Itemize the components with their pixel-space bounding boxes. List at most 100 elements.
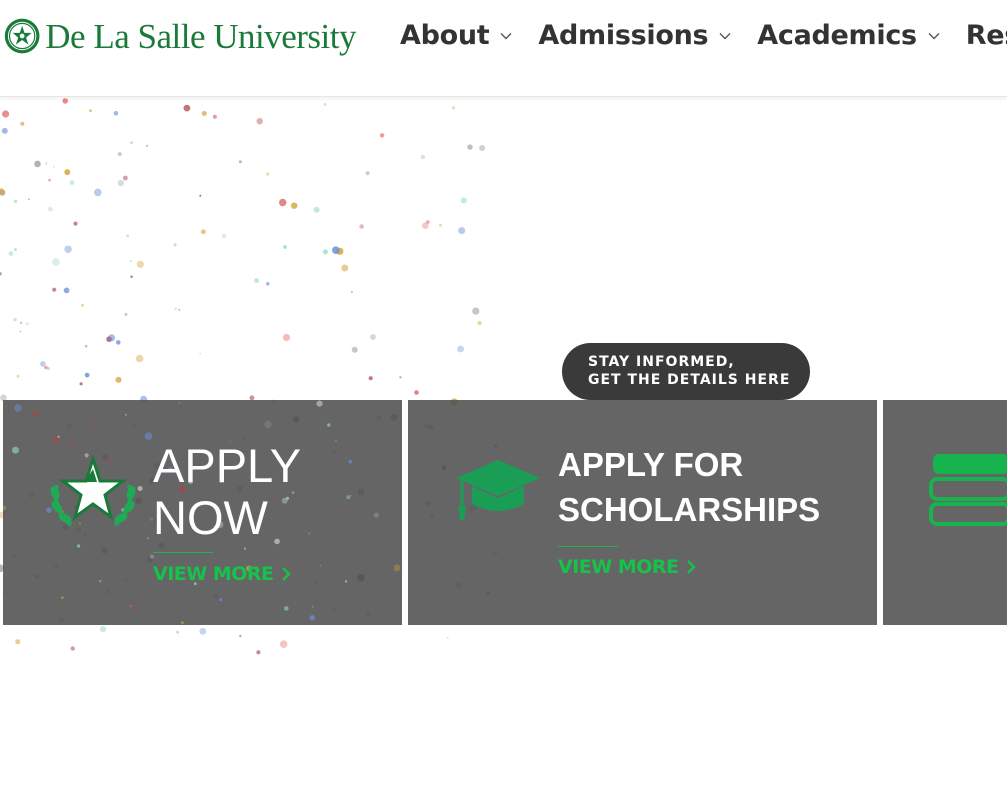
confetti-dot bbox=[266, 282, 270, 286]
apply-now-title-line2: NOW bbox=[153, 490, 268, 544]
confetti-dot bbox=[20, 121, 25, 126]
confetti-dot bbox=[420, 154, 426, 160]
confetti-dot bbox=[129, 604, 132, 608]
nav-label-about: About bbox=[400, 20, 490, 51]
logo-wordmark: De La Salle University bbox=[45, 16, 356, 56]
confetti-dot bbox=[173, 243, 177, 247]
confetti-dot bbox=[135, 354, 144, 363]
view-more-link[interactable]: VIEW MORE bbox=[558, 556, 696, 578]
confetti-dot bbox=[368, 376, 373, 381]
confetti-dot bbox=[136, 260, 144, 268]
confetti-dot bbox=[365, 171, 370, 176]
confetti-dot bbox=[64, 169, 71, 176]
confetti-dot bbox=[460, 197, 467, 204]
confetti-dot bbox=[238, 160, 242, 164]
view-more-label: VIEW MORE bbox=[153, 563, 274, 585]
confetti-dot bbox=[84, 372, 90, 378]
confetti-dot bbox=[311, 605, 314, 608]
confetti-dot bbox=[451, 106, 456, 110]
confetti-dot bbox=[63, 287, 70, 294]
confetti-dot bbox=[284, 606, 289, 611]
confetti-dot bbox=[176, 630, 180, 634]
confetti-dot bbox=[48, 206, 53, 212]
confetti-dot bbox=[32, 409, 40, 417]
books-card[interactable] bbox=[883, 400, 1007, 625]
cta-line-2: GET THE DETAILS HERE bbox=[588, 372, 791, 388]
confetti-dot bbox=[399, 376, 402, 379]
confetti-dot bbox=[239, 634, 242, 638]
confetti-dot bbox=[283, 245, 287, 249]
nav-item-research[interactable]: Resea bbox=[966, 20, 1007, 51]
confetti-dot bbox=[472, 307, 480, 315]
confetti-dot bbox=[146, 537, 149, 540]
confetti-dot bbox=[64, 245, 72, 253]
confetti-dot bbox=[53, 165, 55, 168]
confetti-dot bbox=[13, 199, 18, 203]
books-icon bbox=[929, 454, 1007, 526]
confetti-dot bbox=[15, 639, 21, 645]
card-divider bbox=[153, 552, 213, 553]
confetti-dot bbox=[116, 340, 121, 345]
confetti-dot bbox=[351, 291, 353, 293]
confetti-dot bbox=[3, 506, 7, 510]
view-more-link[interactable]: VIEW MORE bbox=[153, 563, 291, 585]
nav-label-admissions: Admissions bbox=[538, 20, 709, 51]
confetti-dot bbox=[393, 564, 401, 572]
confetti-dot bbox=[457, 345, 464, 353]
confetti-dot bbox=[129, 259, 132, 263]
confetti-dot bbox=[291, 202, 298, 209]
star-laurel-icon bbox=[50, 455, 136, 527]
chevron-down-icon bbox=[719, 32, 731, 39]
confetti-dot bbox=[89, 109, 92, 112]
confetti-dot bbox=[359, 224, 364, 229]
confetti-dot bbox=[130, 141, 133, 144]
stay-informed-button[interactable]: STAY INFORMED, GET THE DETAILS HERE bbox=[562, 343, 810, 400]
scholarships-title: APPLY FOR SCHOLARSHIPS bbox=[558, 442, 858, 532]
nav-label-research: Resea bbox=[965, 20, 1007, 51]
confetti-dot bbox=[13, 318, 17, 322]
chevron-down-icon bbox=[928, 32, 940, 39]
confetti-dot bbox=[52, 287, 57, 292]
confetti-dot bbox=[309, 615, 315, 621]
confetti-dot bbox=[264, 420, 272, 429]
confetti-dot bbox=[44, 365, 48, 370]
confetti-dot bbox=[69, 180, 75, 185]
dlsu-logo[interactable]: De La Salle University bbox=[4, 12, 356, 60]
confetti-dot bbox=[212, 114, 217, 119]
nav-item-academics[interactable]: Academics bbox=[757, 20, 940, 51]
confetti-dot bbox=[370, 334, 376, 340]
confetti-dot bbox=[52, 437, 59, 444]
confetti-dot bbox=[322, 249, 328, 255]
confetti-dot bbox=[73, 221, 78, 226]
confetti-dot bbox=[221, 233, 227, 239]
scholarships-title-line2: SCHOLARSHIPS bbox=[558, 491, 821, 528]
chevron-right-icon bbox=[281, 567, 291, 581]
nav-item-about[interactable]: About bbox=[400, 20, 512, 51]
confetti-dot bbox=[115, 376, 122, 383]
confetti-dot bbox=[316, 400, 323, 407]
cta-line-1: STAY INFORMED, bbox=[588, 354, 735, 370]
confetti-dot bbox=[126, 234, 130, 238]
confetti-dot bbox=[282, 333, 291, 342]
confetti-dot bbox=[145, 144, 149, 147]
confetti-dot bbox=[447, 637, 449, 639]
confetti-dot bbox=[99, 580, 102, 583]
confetti-dot bbox=[80, 303, 85, 307]
confetti-dot bbox=[256, 118, 263, 125]
scholarships-title-line1: APPLY FOR bbox=[558, 446, 744, 483]
confetti-dot bbox=[48, 178, 51, 182]
apply-now-title: APPLY NOW bbox=[153, 440, 383, 543]
confetti-dot bbox=[181, 621, 184, 624]
confetti-dot bbox=[124, 413, 127, 416]
confetti-dot bbox=[266, 172, 270, 176]
confetti-dot bbox=[19, 330, 22, 333]
confetti-dot bbox=[477, 320, 482, 326]
confetti-dot bbox=[439, 223, 442, 227]
confetti-dot bbox=[2, 110, 10, 118]
confetti-dot bbox=[149, 554, 155, 559]
apply-now-card[interactable]: APPLY NOW VIEW MORE bbox=[3, 400, 402, 625]
scholarships-card[interactable]: APPLY FOR SCHOLARSHIPS VIEW MORE bbox=[408, 400, 877, 625]
nav-item-admissions[interactable]: Admissions bbox=[538, 20, 731, 51]
confetti-dot bbox=[44, 162, 48, 165]
confetti-dot bbox=[123, 175, 128, 181]
